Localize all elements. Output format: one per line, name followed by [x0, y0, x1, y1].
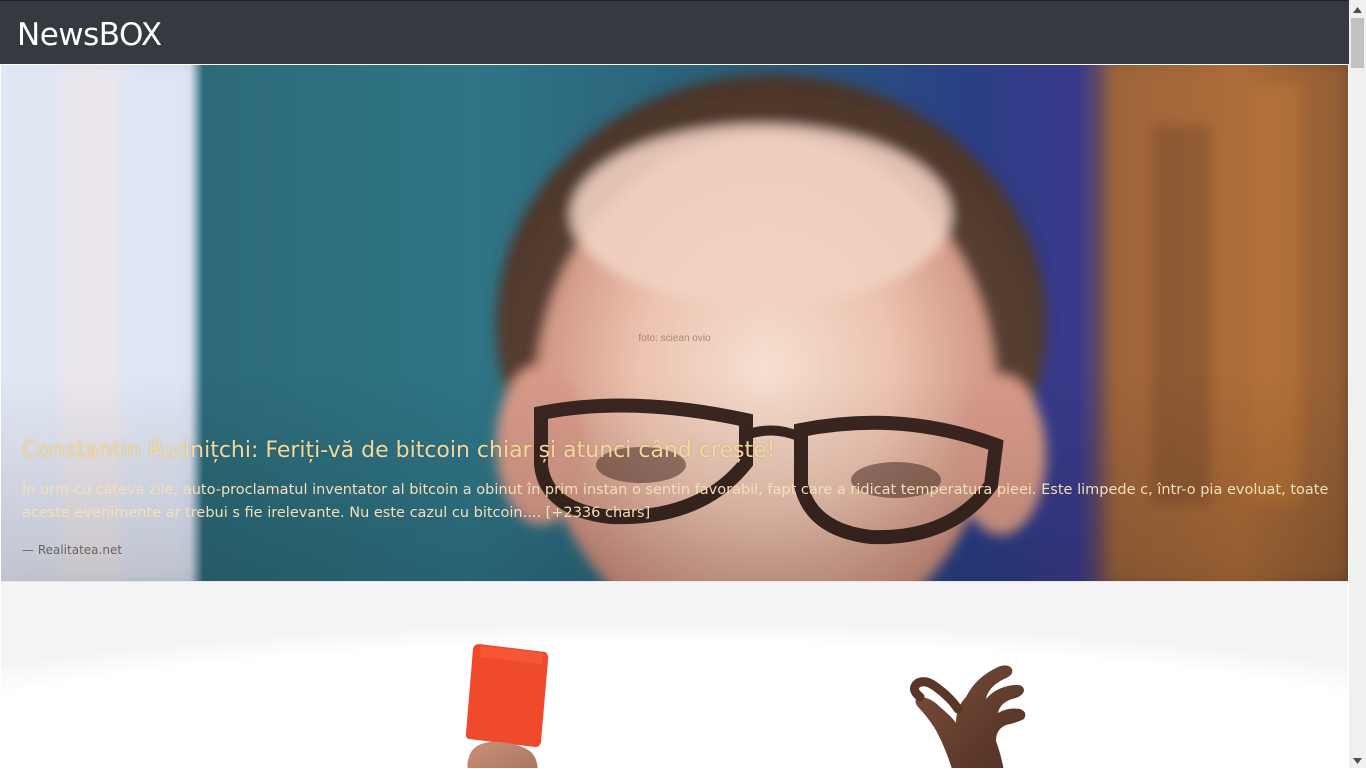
triangle-down-icon — [1353, 751, 1362, 769]
vertical-scrollbar[interactable] — [1349, 0, 1366, 768]
scroll-up-button[interactable] — [1349, 0, 1366, 17]
article-image — [1, 582, 1348, 768]
triangle-up-icon — [1353, 0, 1362, 18]
navbar: NewsBOX — [0, 0, 1349, 64]
news-feed: foto: sciean ovio Constantin Rudnițchi: … — [1, 65, 1348, 768]
scrollbar-thumb[interactable] — [1351, 18, 1364, 68]
article-source: — Realitatea.net — [22, 543, 123, 557]
brand-logo[interactable]: NewsBOX — [17, 17, 162, 53]
image-credit: foto: sciean ovio — [638, 333, 711, 344]
news-card[interactable]: foto: sciean ovio Constantin Rudnițchi: … — [1, 65, 1348, 582]
article-description: În urm cu câteva zile, auto-proclamatul … — [22, 482, 1329, 521]
news-card[interactable] — [1, 582, 1348, 768]
article-title[interactable]: Constantin Rudnițchi: Feriți-vă de bitco… — [22, 437, 1322, 465]
scroll-down-button[interactable] — [1349, 751, 1366, 768]
